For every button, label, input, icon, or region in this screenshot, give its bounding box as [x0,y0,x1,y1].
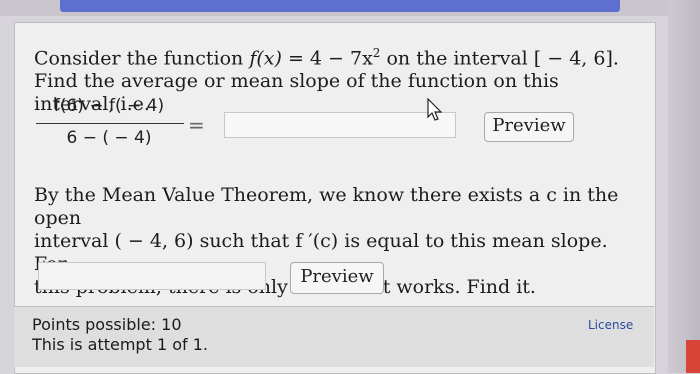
points-possible: Points possible: 10 [32,315,182,334]
c-value-answer-input[interactable] [38,262,266,290]
fraction-denominator: 6 − ( − 4) [66,128,152,148]
function-arg: (x) [256,47,282,70]
mean-slope-fraction: f(6) − f( − 4) 6 − ( − 4) [34,96,184,156]
arrow-pointer-icon [427,98,443,121]
top-strip [0,0,700,16]
header-bar [60,0,620,12]
fraction-bar [36,123,184,124]
preview-button-2[interactable]: Preview [290,262,384,294]
function-expression: = 4 − 7x [281,47,373,70]
problem-intro-text: Consider the function [34,47,250,70]
mean-slope-answer-input[interactable] [224,112,456,138]
license-link[interactable]: License [588,318,633,332]
equals-sign: = [188,113,205,137]
points-info: Points possible: 10 This is attempt 1 of… [32,315,208,355]
mvt-line-1: By the Mean Value Theorem, we know there… [34,184,619,229]
preview-button-1[interactable]: Preview [484,112,574,142]
interval-text: on the interval [ − 4, 6]. [380,47,619,70]
problem-line-1: Consider the function f(x) = 4 − 7x2 on … [34,42,644,70]
page-edge [668,0,700,373]
attempt-count: This is attempt 1 of 1. [32,335,208,354]
fraction-numerator: f(6) − f( − 4) [53,96,165,116]
side-tab [686,340,700,373]
